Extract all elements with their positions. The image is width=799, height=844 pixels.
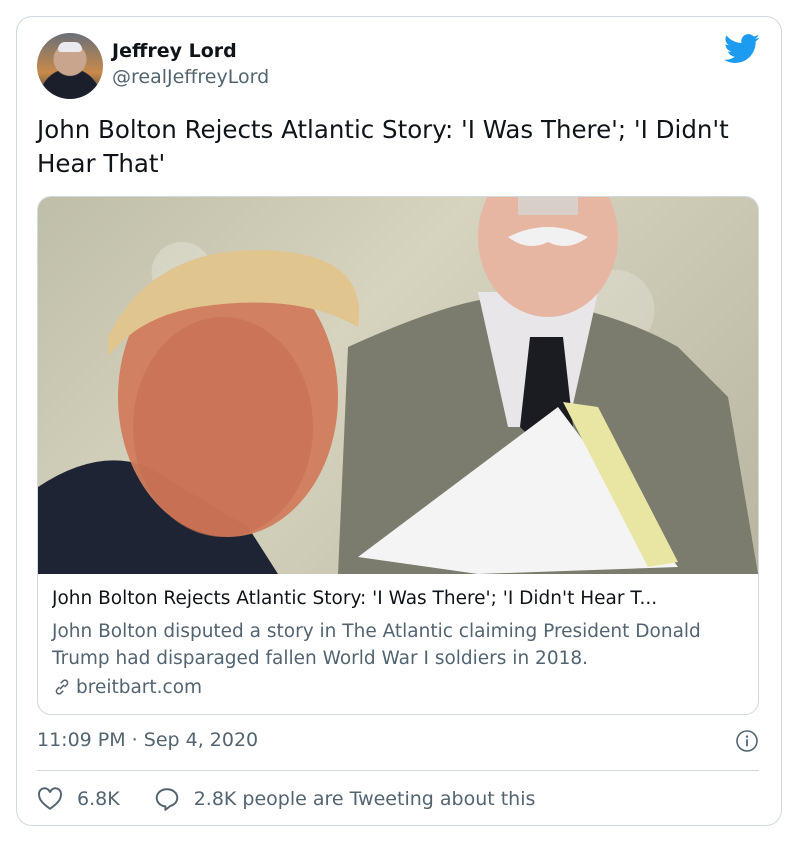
link-card-domain-row[interactable]: breitbart.com bbox=[52, 674, 202, 700]
link-card-description: John Bolton disputed a story in The Atla… bbox=[52, 621, 701, 669]
author-avatar[interactable] bbox=[37, 33, 103, 99]
tweet-actions: 6.8K 2.8K people are Tweeting about this bbox=[37, 786, 535, 812]
author-handle[interactable]: @realJeffreyLord bbox=[112, 66, 269, 88]
link-card-title[interactable]: John Bolton Rejects Atlantic Story: 'I W… bbox=[52, 588, 746, 609]
tweet-text: John Bolton Rejects Atlantic Story: 'I W… bbox=[37, 115, 729, 178]
heart-icon[interactable] bbox=[37, 787, 63, 811]
info-icon[interactable] bbox=[735, 729, 759, 753]
twitter-bird-icon[interactable] bbox=[724, 34, 760, 64]
speech-bubble-icon[interactable] bbox=[154, 787, 180, 811]
like-count[interactable]: 6.8K bbox=[77, 788, 120, 810]
tweeting-about-link[interactable]: 2.8K people are Tweeting about this bbox=[194, 788, 536, 810]
link-preview-image[interactable] bbox=[38, 197, 758, 574]
tweet-timestamp[interactable]: 11:09 PM · Sep 4, 2020 bbox=[37, 729, 258, 751]
link-card-domain: breitbart.com bbox=[76, 676, 203, 698]
link-preview-card[interactable]: John Bolton Rejects Atlantic Story: 'I W… bbox=[37, 196, 759, 715]
author-name[interactable]: Jeffrey Lord bbox=[112, 40, 237, 62]
link-icon bbox=[55, 679, 69, 695]
divider bbox=[37, 770, 759, 771]
